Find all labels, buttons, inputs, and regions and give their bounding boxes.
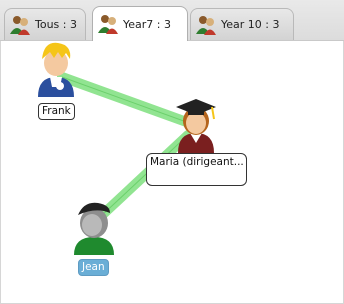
graduate-girl-icon[interactable] [172,95,220,153]
node-label-maria[interactable]: Maria (dirigeant... [146,153,247,186]
group-icon [98,15,118,34]
tab-year10[interactable]: Year 10 : 3 [190,8,294,40]
tab-year10-label: Year 10 : 3 [221,18,280,31]
tab-tous[interactable]: Tous : 3 [4,8,86,40]
node-label-jean[interactable]: Jean [78,259,109,276]
tab-year7[interactable]: Year7 : 3 [92,6,188,41]
boy-blond-icon[interactable] [34,41,78,97]
boy-masked-icon[interactable] [70,201,118,255]
sociogram-canvas[interactable]: Frank Maria (dirigeant... Jean [0,41,344,304]
tab-tous-label: Tous : 3 [35,18,77,31]
group-icon [10,15,30,35]
tab-bar: Tous : 3 Year7 : 3 Year 10 : 3 [0,0,344,41]
node-label-frank[interactable]: Frank [38,103,75,120]
group-icon [196,15,216,35]
tab-year7-label: Year7 : 3 [123,17,171,31]
